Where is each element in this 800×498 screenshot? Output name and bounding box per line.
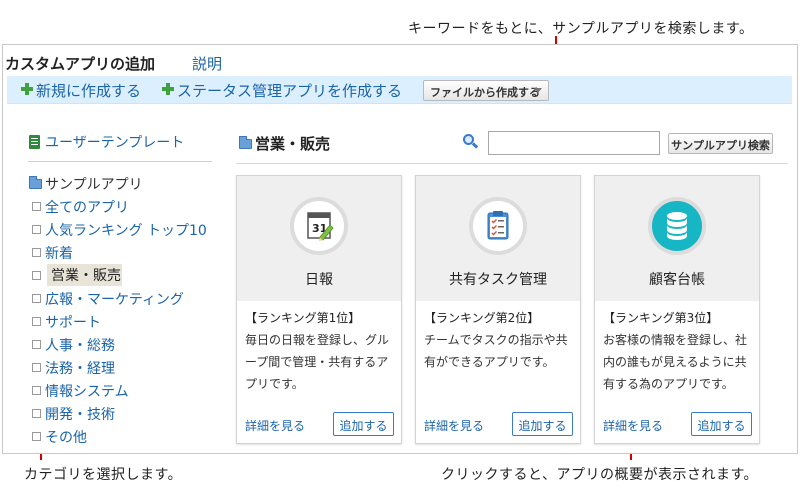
sidebar-item-dev[interactable]: 開発・技術 — [45, 404, 115, 424]
bullet-icon — [32, 248, 41, 257]
search-input[interactable] — [488, 131, 660, 155]
app-card-rank: 【ランキング第2位】 — [424, 311, 540, 325]
category-title: 営業・販売 — [255, 135, 331, 153]
sidebar-divider — [28, 161, 212, 162]
add-app-button[interactable]: 追加する — [512, 412, 573, 436]
view-details-link[interactable]: 詳細を見る — [603, 417, 663, 434]
bullet-icon — [32, 294, 41, 303]
annotation-category: カテゴリを選択します。 — [24, 467, 183, 483]
sidebar-item-legal[interactable]: 法務・経理 — [45, 358, 115, 378]
app-card: 顧客台帳 【ランキング第3位】 お客様の情報を登録し、社内の誰もが見えるように共… — [594, 175, 760, 444]
calendar-icon: 31 — [307, 212, 334, 241]
bullet-icon — [32, 317, 41, 326]
folder-icon — [239, 136, 252, 149]
app-card-rank: 【ランキング第1位】 — [245, 311, 361, 325]
add-app-button[interactable]: 追加する — [691, 412, 752, 436]
annotation-search: キーワードをもとに、サンプルアプリを検索します。 — [408, 21, 754, 37]
create-status-app-link[interactable]: ステータス管理アプリを作成する — [177, 80, 402, 101]
chevron-down-icon — [534, 88, 542, 93]
sidebar-item-support[interactable]: サポート — [45, 312, 101, 332]
add-app-button[interactable]: 追加する — [333, 412, 394, 436]
sidebar-sample-apps: サンプルアプリ — [45, 177, 143, 193]
template-icon — [29, 135, 40, 149]
sidebar-item-marketing[interactable]: 広報・マーケティング — [45, 289, 184, 309]
sidebar-user-templates[interactable]: ユーザーテンプレート — [45, 132, 184, 152]
sidebar-item-ranking[interactable]: 人気ランキング トップ10 — [45, 220, 207, 240]
bullet-icon — [32, 409, 41, 418]
bullet-icon — [32, 202, 41, 211]
app-card: 共有タスク管理 【ランキング第2位】 チームでタスクの指示や共有ができるアプリで… — [415, 175, 581, 444]
app-card-description: チームでタスクの指示や共有ができるアプリです。 — [424, 333, 568, 369]
app-card-name: 共有タスク管理 — [449, 272, 547, 288]
bullet-icon — [32, 363, 41, 372]
view-details-link[interactable]: 詳細を見る — [424, 417, 484, 434]
app-card-icon-circle — [469, 197, 527, 255]
bullet-icon — [32, 386, 41, 395]
checklist-icon — [487, 211, 509, 240]
annotation-detail: クリックすると、アプリの概要が表示されます。 — [441, 467, 759, 483]
app-card-icon-circle: 31 — [290, 197, 348, 255]
sidebar-item-it[interactable]: 情報システム — [45, 381, 129, 401]
app-card-name: 顧客台帳 — [649, 272, 705, 288]
help-link[interactable]: 説明 — [192, 53, 222, 74]
create-from-file-button[interactable]: ファイルから作成する — [423, 80, 549, 101]
sample-search-button[interactable]: サンプルアプリ検索 — [668, 133, 773, 154]
folder-icon — [29, 176, 42, 189]
sidebar-item-sales[interactable]: 営業・販売 — [47, 264, 122, 286]
app-card-name: 日報 — [305, 272, 333, 288]
bullet-icon — [32, 271, 41, 280]
plus-icon — [21, 83, 33, 95]
database-icon — [667, 212, 687, 240]
create-from-file-label: ファイルから作成する — [430, 86, 540, 99]
bullet-icon — [32, 432, 41, 441]
bullet-icon — [32, 225, 41, 234]
bullet-icon — [32, 340, 41, 349]
app-card-description: お客様の情報を登録し、社内の誰もが見えるように共有する為のアプリです。 — [603, 333, 748, 391]
app-card-rank: 【ランキング第3位】 — [603, 311, 719, 325]
plus-icon — [162, 83, 174, 95]
search-icon — [463, 134, 474, 145]
sidebar-item-other[interactable]: その他 — [45, 427, 87, 447]
sidebar-item-all[interactable]: 全てのアプリ — [45, 197, 129, 217]
app-card-icon-circle — [648, 197, 706, 255]
app-card-description: 毎日の日報を登録し、グループ間で管理・共有するアプリです。 — [245, 333, 390, 391]
sidebar-item-hr[interactable]: 人事・総務 — [45, 335, 115, 355]
sidebar-item-new[interactable]: 新着 — [45, 243, 73, 263]
app-card: 31 日報 【ランキング第1位】 毎日の日報を登録し、グループ間で管理・共有する… — [236, 175, 402, 444]
page-title: カスタムアプリの追加 — [5, 55, 156, 73]
create-new-link[interactable]: 新規に作成する — [36, 80, 141, 101]
view-details-link[interactable]: 詳細を見る — [245, 417, 305, 434]
main-divider — [236, 163, 788, 164]
